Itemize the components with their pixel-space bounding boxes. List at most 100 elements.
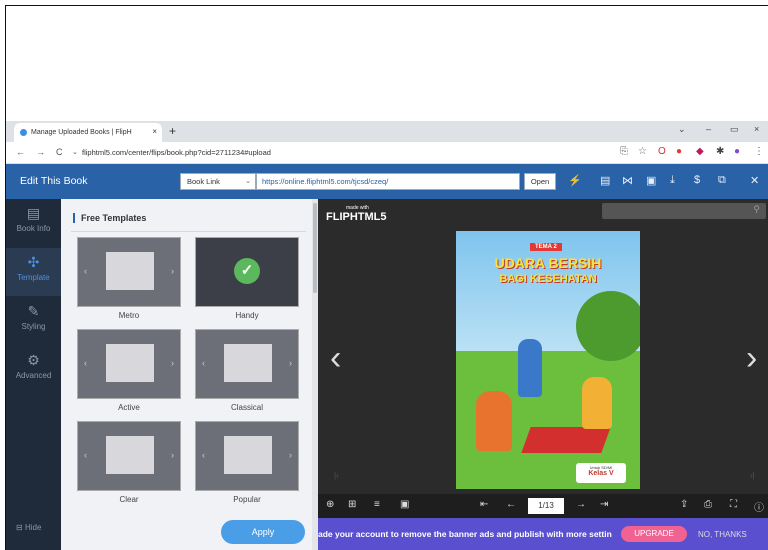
sidebar-item-advanced[interactable]: ⚙ Advanced bbox=[6, 346, 61, 394]
sidebar-item-styling[interactable]: ✎ Styling bbox=[6, 297, 61, 345]
window-restore-button[interactable]: ▭ bbox=[730, 124, 739, 135]
last-page-icon[interactable]: ⇥ bbox=[600, 499, 608, 510]
reload-icon[interactable]: C bbox=[56, 147, 63, 157]
print-icon[interactable]: ⎙ bbox=[704, 499, 712, 510]
sidebar-item-label: Book Info bbox=[16, 224, 51, 233]
prev-page-arrow-icon[interactable]: ‹ bbox=[330, 339, 341, 378]
fliphtml5-logo: made with FLIPHTML5 bbox=[326, 205, 387, 223]
bookmark-icon[interactable]: ▣ bbox=[400, 499, 409, 510]
book-preview bbox=[224, 344, 272, 382]
browser-menu-icon[interactable]: ⋮ bbox=[754, 146, 764, 157]
upgrade-button[interactable]: UPGRADE bbox=[621, 526, 687, 542]
sidebar-item-template[interactable]: ✣ Template bbox=[6, 248, 61, 296]
search-icon: ⚲ bbox=[753, 204, 760, 214]
template-thumb-metro[interactable]: ‹ › bbox=[77, 237, 181, 307]
fullscreen-icon[interactable]: ⛶ bbox=[730, 499, 737, 510]
close-editor-icon[interactable]: ✕ bbox=[750, 174, 759, 187]
zoom-in-icon[interactable]: ⊕ bbox=[326, 499, 334, 510]
first-page-icon[interactable]: ⇤ bbox=[480, 499, 488, 510]
share-icon[interactable]: ⎘ bbox=[620, 146, 628, 157]
extension-red-icon[interactable]: ● bbox=[676, 146, 682, 157]
cover-title-line1: UDARA BERSIH bbox=[494, 255, 602, 271]
styling-icon: ✎ bbox=[27, 303, 40, 319]
tab-title: Manage Uploaded Books | FlipH bbox=[31, 129, 132, 136]
sidebar-item-book-info[interactable]: ▤ Book Info bbox=[6, 199, 61, 247]
book-preview bbox=[106, 252, 154, 290]
next-page-icon[interactable]: → bbox=[576, 499, 586, 510]
banner-message: ade your account to remove the banner ad… bbox=[318, 529, 612, 539]
tab-close-icon[interactable]: × bbox=[152, 127, 157, 136]
no-thanks-button[interactable]: NO, THANKS bbox=[698, 530, 747, 539]
chevron-left-icon: ‹ bbox=[84, 450, 87, 460]
first-page-corner-icon[interactable]: |‹ bbox=[334, 471, 339, 480]
table-of-contents-icon[interactable]: ≡ bbox=[374, 499, 380, 510]
copy-icon[interactable]: ⧉ bbox=[718, 174, 726, 187]
template-name: Clear bbox=[119, 495, 139, 504]
template-thumb-popular[interactable]: ‹ › bbox=[195, 421, 299, 491]
new-tab-button[interactable]: + bbox=[169, 124, 176, 138]
extensions-puzzle-icon[interactable]: ✱ bbox=[716, 146, 724, 157]
download-icon[interactable]: ⤓ bbox=[670, 174, 675, 187]
cover-kelas-label: Untuk SD/MI Kelas V bbox=[576, 463, 626, 483]
editor-topbar: Edit This Book Book Link ⌄ https://onlin… bbox=[6, 164, 768, 199]
template-name: Handy bbox=[235, 311, 259, 320]
info-icon[interactable]: ⓘ bbox=[754, 499, 764, 514]
share-url-field[interactable]: https://online.fliphtml5.com/tjcsd/czeq/ bbox=[256, 173, 520, 190]
kelas-text: Kelas V bbox=[588, 470, 614, 477]
share-icon[interactable]: ⇪ bbox=[680, 499, 688, 510]
chevron-right-icon: › bbox=[289, 450, 292, 460]
divider bbox=[71, 231, 306, 232]
viewer-toolbar: ⊕ ⊞ ≡ ▣ ⇤ ← 1/13 → ⇥ ⇪ ⎙ ⛶ ⓘ bbox=[318, 494, 768, 518]
share-nodes-icon[interactable]: ⋈ bbox=[622, 174, 633, 187]
template-thumb-classical[interactable]: ‹ › bbox=[195, 329, 299, 399]
book-cover[interactable]: TEMA 2 UDARA BERSIH BAGI KESEHATAN Untuk… bbox=[456, 231, 640, 489]
extension-badge-icon[interactable]: ◆ bbox=[696, 146, 704, 157]
advanced-gear-icon: ⚙ bbox=[27, 352, 40, 368]
back-icon[interactable]: ← bbox=[16, 147, 25, 157]
url-field[interactable]: fliphtml5.com/center/flips/book.php?cid=… bbox=[82, 148, 271, 157]
chevron-right-icon: › bbox=[171, 450, 174, 460]
page-number-input[interactable]: 1/13 bbox=[528, 498, 564, 514]
thumbnails-grid-icon[interactable]: ⊞ bbox=[348, 499, 356, 510]
window-close-button[interactable]: × bbox=[754, 124, 759, 134]
window-minimize-button[interactable]: – bbox=[706, 124, 711, 134]
browser-tab[interactable]: Manage Uploaded Books | FlipH × bbox=[14, 123, 162, 142]
chevron-down-icon: ⌄ bbox=[245, 178, 251, 185]
opera-extension-icon[interactable]: O bbox=[658, 146, 666, 157]
logo-text: FLIPHTML5 bbox=[326, 211, 387, 223]
templates-panel: Free Templates ‹ › Metro ✓ Handy ‹ › Act… bbox=[61, 199, 318, 550]
next-page-arrow-icon[interactable]: › bbox=[746, 339, 757, 378]
template-thumb-clear[interactable]: ‹ › bbox=[77, 421, 181, 491]
embed-icon[interactable]: ▣ bbox=[646, 174, 656, 187]
cover-tema-badge: TEMA 2 bbox=[530, 243, 562, 251]
link-type-select[interactable]: Book Link ⌄ bbox=[180, 173, 256, 190]
chevron-right-icon: › bbox=[171, 266, 174, 276]
previous-page-icon[interactable]: ← bbox=[506, 499, 516, 510]
open-button[interactable]: Open bbox=[524, 173, 556, 190]
monetize-icon[interactable]: $ bbox=[694, 174, 700, 186]
template-thumb-handy[interactable]: ✓ bbox=[195, 237, 299, 307]
panel-scroll-thumb[interactable] bbox=[313, 203, 317, 293]
template-icon: ✣ bbox=[27, 254, 40, 270]
chevron-right-icon: › bbox=[289, 358, 292, 368]
viewer-search-input[interactable]: ⚲ bbox=[602, 203, 766, 219]
hide-icon: ⊟ bbox=[16, 523, 23, 532]
tab-search-icon[interactable]: ⌄ bbox=[678, 124, 686, 135]
site-favicon-icon bbox=[20, 129, 27, 136]
profile-avatar-icon[interactable]: ● bbox=[734, 146, 740, 157]
hide-sidebar-button[interactable]: ⊟ Hide bbox=[16, 523, 41, 532]
magic-wand-icon[interactable]: ⚡ bbox=[568, 174, 582, 187]
templates-heading: Free Templates bbox=[73, 213, 146, 223]
cover-picnic-mat bbox=[521, 427, 611, 453]
template-name: Classical bbox=[230, 403, 263, 412]
template-thumb-active[interactable]: ‹ › bbox=[77, 329, 181, 399]
apply-button[interactable]: Apply bbox=[221, 520, 305, 544]
book-preview bbox=[106, 344, 154, 382]
forward-icon[interactable]: → bbox=[36, 147, 45, 157]
last-page-corner-icon[interactable]: ›| bbox=[750, 471, 755, 480]
cover-child-figure bbox=[518, 339, 542, 397]
sidebar-item-label: Template bbox=[17, 273, 50, 282]
site-info-icon[interactable]: ⌄ bbox=[72, 148, 78, 156]
bookmark-star-icon[interactable]: ☆ bbox=[638, 146, 647, 157]
document-icon[interactable]: ▤ bbox=[600, 174, 610, 187]
